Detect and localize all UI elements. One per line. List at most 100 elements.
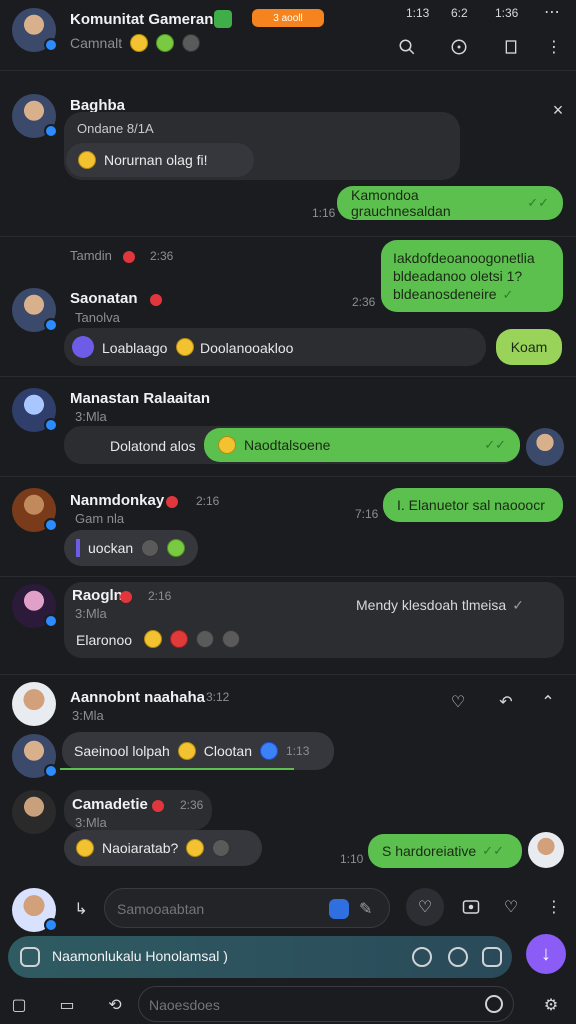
chip-label: Norurnan olag fi!	[104, 152, 208, 168]
status-time-3: 1:36	[495, 6, 519, 20]
search-footer-icon[interactable]: ⟲	[104, 994, 126, 1016]
reaction-chip[interactable]: Naoiaratab?	[64, 830, 262, 866]
emoji-icon	[78, 151, 96, 169]
message-time: 2:16	[196, 494, 220, 508]
message-composer[interactable]: Naamonlukalu Honolamsal )	[8, 936, 512, 978]
line-1: Iakdofdeoanoogonetlia	[393, 249, 535, 266]
row-divider	[0, 236, 576, 237]
sent-message-multi[interactable]: Iakdofdeoanoogonetlia bldeadanoo oletsi …	[381, 240, 563, 312]
send-button[interactable]: ↓	[526, 934, 566, 974]
sent-text: Koam	[510, 339, 548, 355]
message-subtitle: 3:Mla	[75, 409, 107, 424]
right-text: Mendy klesdoah tlmeisa ✓	[356, 597, 524, 613]
sender-name: Raogln	[72, 587, 123, 604]
reply-icon[interactable]: ↶	[494, 690, 518, 714]
emoji-icon	[176, 338, 194, 356]
emoji-row	[144, 630, 240, 648]
attach-icon[interactable]	[20, 947, 40, 967]
chat-icon[interactable]: ▭	[56, 994, 78, 1016]
red-dot-icon	[120, 588, 132, 606]
header-avatar[interactable]	[12, 8, 58, 52]
sender-name: Nanmdonkay	[70, 492, 165, 509]
grid-icon[interactable]: ▢	[8, 994, 30, 1016]
message-subtitle: 3:Mla	[75, 815, 107, 830]
status-time-1: 1:13	[406, 6, 430, 20]
avatar[interactable]	[12, 288, 58, 332]
bookmark-icon[interactable]	[500, 36, 522, 58]
reaction-chip[interactable]: Norurnan olag fi!	[66, 143, 254, 177]
footer-input-field[interactable]	[138, 986, 514, 1022]
red-dot-icon	[152, 797, 164, 815]
pen-icon[interactable]	[485, 995, 503, 1013]
red-dot-icon	[150, 291, 162, 309]
sender-name: Aannobnt naahaha	[70, 689, 206, 706]
header-subtitle: Camnalt	[70, 35, 123, 51]
message-subtitle: 3:Mla	[75, 606, 107, 621]
camera-icon[interactable]	[460, 896, 482, 918]
tool-icon: ✎	[359, 901, 373, 918]
sent-message[interactable]: Naodtalsoene ✓✓	[204, 428, 520, 462]
message-subtitle: Ondane 8/1A	[77, 121, 154, 136]
recipient-avatar[interactable]	[528, 832, 564, 868]
emoji-icon	[218, 436, 236, 454]
avatar[interactable]	[12, 790, 56, 834]
emoji-icon	[260, 742, 279, 760]
left-text: Dolatond alos	[110, 438, 196, 454]
sent-text: Naodtalsoene	[244, 437, 331, 453]
composer-text[interactable]: Naamonlukalu Honolamsal )	[52, 948, 228, 964]
red-dot-icon	[123, 248, 135, 266]
sent-message[interactable]: Kamondoa grauchnesaldan ✓✓	[337, 186, 563, 220]
info-icon[interactable]	[448, 36, 470, 58]
play-icon[interactable]	[482, 947, 502, 967]
chip-label: Loablaago	[102, 340, 168, 356]
clock-icon[interactable]	[412, 947, 432, 967]
react-icon[interactable]: ♡	[446, 690, 470, 714]
search-input[interactable]	[117, 898, 317, 920]
header-divider	[0, 70, 576, 71]
emoji-icon	[141, 539, 160, 557]
chip-time: 1:13	[286, 744, 310, 758]
message-subtitle: 3:Mla	[72, 708, 104, 723]
message-time: 2:36	[180, 798, 204, 812]
avatar[interactable]	[12, 682, 56, 726]
more-icon[interactable]: ⋯	[540, 4, 564, 21]
sent-message[interactable]: S hardoreiative ✓✓	[368, 834, 522, 868]
chip-label: Doolanooakloo	[200, 340, 294, 356]
sent-message[interactable]: Koam	[496, 329, 562, 365]
sent-text: I. Elanuetor sal naooocr	[397, 497, 545, 513]
avatar[interactable]	[12, 94, 58, 138]
link-icon[interactable]	[448, 947, 468, 967]
sent-message[interactable]: I. Elanuetor sal naooocr	[383, 488, 563, 522]
search-icon[interactable]	[396, 36, 418, 58]
avatar[interactable]	[12, 388, 58, 432]
green-underline	[60, 768, 294, 770]
kebab-menu-icon[interactable]: ⋮	[546, 896, 562, 918]
message-time: 2:36	[352, 295, 376, 309]
emoji-icon	[186, 839, 205, 857]
avatar[interactable]	[12, 734, 58, 778]
close-icon[interactable]: ×	[548, 100, 568, 120]
settings-icon[interactable]: ⚙	[540, 994, 562, 1016]
reaction-chip[interactable]: uockan	[64, 530, 198, 566]
emoji-icon	[212, 839, 231, 857]
search-field[interactable]: ✎	[104, 888, 390, 928]
reaction-chip[interactable]: Saeinool lolpah Clootan 1:13	[62, 732, 334, 770]
app-icon	[72, 336, 94, 358]
header-title: Komunitat Gameran	[70, 11, 214, 28]
row-divider	[0, 376, 576, 377]
my-avatar[interactable]	[12, 888, 58, 932]
kebab-menu-icon[interactable]: ⋮	[546, 36, 562, 58]
heart-icon[interactable]: ♡	[500, 896, 522, 918]
avatar[interactable]	[12, 488, 58, 532]
heart-circle-button[interactable]: ♡	[406, 888, 444, 926]
purple-bar	[76, 539, 80, 557]
share-icon[interactable]: ↳	[68, 896, 94, 922]
footer-input[interactable]	[149, 995, 449, 1015]
message-time: 1:16	[312, 206, 336, 220]
line-3: bldeanosdeneire ✓	[393, 285, 514, 302]
avatar[interactable]	[12, 584, 58, 628]
recipient-avatar[interactable]	[526, 428, 564, 466]
header-badge: 3 aooll	[252, 9, 324, 27]
red-dot-icon	[166, 493, 178, 511]
chevron-up-icon[interactable]: ⌃	[536, 690, 560, 714]
